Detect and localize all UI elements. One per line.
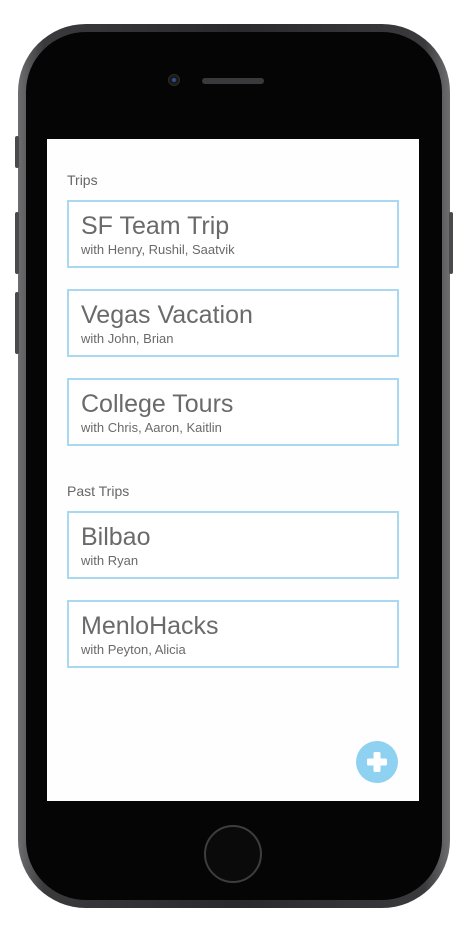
trip-title: MenloHacks bbox=[81, 612, 219, 640]
trip-card-vegas-vacation[interactable]: Vegas Vacation with John, Brian bbox=[67, 289, 399, 357]
plus-icon bbox=[367, 752, 387, 772]
trip-title: College Tours bbox=[81, 390, 234, 418]
trips-section-label: Trips bbox=[67, 172, 98, 188]
earpiece-speaker bbox=[202, 78, 264, 84]
volume-up-button bbox=[15, 212, 19, 274]
home-button[interactable] bbox=[204, 825, 262, 883]
mute-switch bbox=[15, 136, 19, 168]
trip-card-college-tours[interactable]: College Tours with Chris, Aaron, Kaitlin bbox=[67, 378, 399, 446]
past-trips-section-label: Past Trips bbox=[67, 483, 130, 499]
trip-participants: with Ryan bbox=[81, 553, 139, 568]
front-camera-icon bbox=[168, 74, 180, 86]
trip-participants: with Chris, Aaron, Kaitlin bbox=[81, 420, 222, 435]
trip-participants: with John, Brian bbox=[81, 331, 174, 346]
trip-participants: with Peyton, Alicia bbox=[81, 642, 186, 657]
past-trip-card-menlohacks[interactable]: MenloHacks with Peyton, Alicia bbox=[67, 600, 399, 668]
trip-title: SF Team Trip bbox=[81, 212, 230, 240]
trip-title: Bilbao bbox=[81, 523, 151, 551]
trip-participants: with Henry, Rushil, Saatvik bbox=[81, 242, 235, 257]
power-button bbox=[449, 212, 453, 274]
past-trip-card-bilbao[interactable]: Bilbao with Ryan bbox=[67, 511, 399, 579]
volume-down-button bbox=[15, 292, 19, 354]
app-screen: Trips SF Team Trip with Henry, Rushil, S… bbox=[47, 139, 419, 801]
trip-title: Vegas Vacation bbox=[81, 301, 253, 329]
trip-card-sf-team-trip[interactable]: SF Team Trip with Henry, Rushil, Saatvik bbox=[67, 200, 399, 268]
add-trip-button[interactable] bbox=[356, 741, 398, 783]
